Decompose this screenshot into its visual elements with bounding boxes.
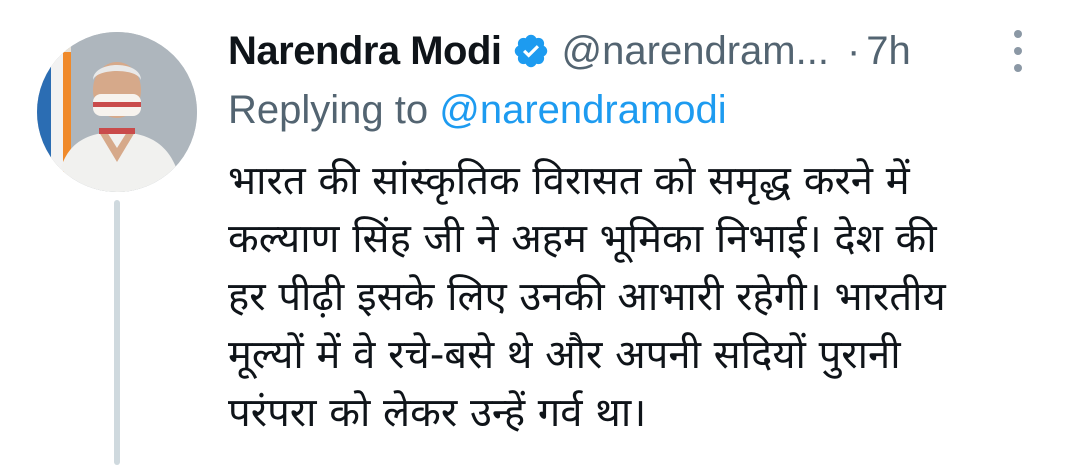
more-dot [1014,30,1022,38]
thread-line [114,200,120,465]
more-dot [1014,47,1022,55]
tweet-text-line: कल्याण सिंह जी ने अहम भूमिका निभाई। देश … [228,216,937,262]
replying-prefix: Replying to [228,88,429,132]
avatar[interactable] [37,32,197,192]
avatar-image [37,32,197,192]
timestamp[interactable]: 7h [866,29,911,74]
tweet[interactable]: Narendra Modi @narendram... · 7h Replyin… [0,0,1080,465]
tweet-text-line: मूल्यों में वे रचे-बसे थे और अपनी सदियों… [228,332,901,378]
tweet-text-line: परंपरा को लेकर उन्हें गर्व था। [228,390,647,436]
tweet-text: भारत की सांस्कृतिक विरासत को समृद्ध करने… [228,152,1048,442]
replying-to: Replying to @narendramodi [228,88,727,133]
replying-handle-link[interactable]: @narendramodi [439,88,726,132]
author-name[interactable]: Narendra Modi [228,29,502,74]
more-vertical-icon[interactable] [1006,30,1030,72]
author-handle[interactable]: @narendram... [562,29,829,74]
more-dot [1014,64,1022,72]
tweet-text-line: भारत की सांस्कृतिक विरासत को समृद्ध करने… [228,158,910,204]
verified-badge-icon [512,32,550,70]
tweet-header: Narendra Modi @narendram... · 7h [228,24,911,78]
tweet-text-line: हर पीढ़ी इसके लिए उनकी आभारी रहेगी। भारत… [228,274,946,320]
separator-dot: · [846,28,861,73]
